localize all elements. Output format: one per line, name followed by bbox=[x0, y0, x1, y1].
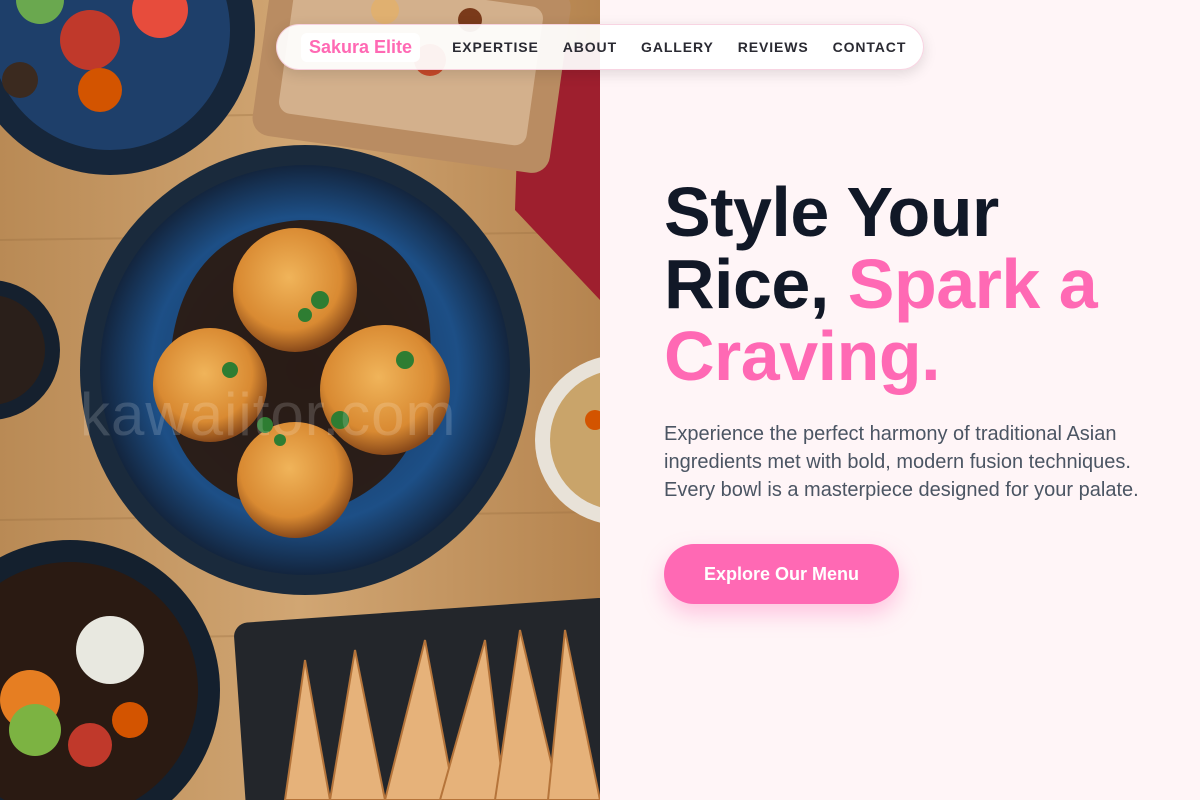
hero-headline: Style Your Rice, Spark a Craving. bbox=[664, 176, 1164, 392]
hero-food-photo: kawaiitor.com bbox=[0, 0, 600, 800]
hero-content: Style Your Rice, Spark a Craving. Experi… bbox=[664, 176, 1164, 604]
nav-links: EXPERTISE ABOUT GALLERY REVIEWS CONTACT bbox=[452, 39, 906, 55]
nav-link-expertise[interactable]: EXPERTISE bbox=[452, 39, 539, 55]
nav-link-gallery[interactable]: GALLERY bbox=[641, 39, 714, 55]
food-illustration bbox=[0, 0, 600, 800]
explore-menu-button[interactable]: Explore Our Menu bbox=[664, 544, 899, 604]
nav-link-reviews[interactable]: REVIEWS bbox=[738, 39, 809, 55]
nav-link-about[interactable]: ABOUT bbox=[563, 39, 617, 55]
nav-link-contact[interactable]: CONTACT bbox=[833, 39, 907, 55]
brand-logo-text[interactable]: Sakura Elite bbox=[301, 32, 421, 62]
top-navigation: Sakura Elite EXPERTISE ABOUT GALLERY REV… bbox=[276, 24, 924, 70]
hero-subtitle: Experience the perfect harmony of tradit… bbox=[664, 423, 1139, 501]
